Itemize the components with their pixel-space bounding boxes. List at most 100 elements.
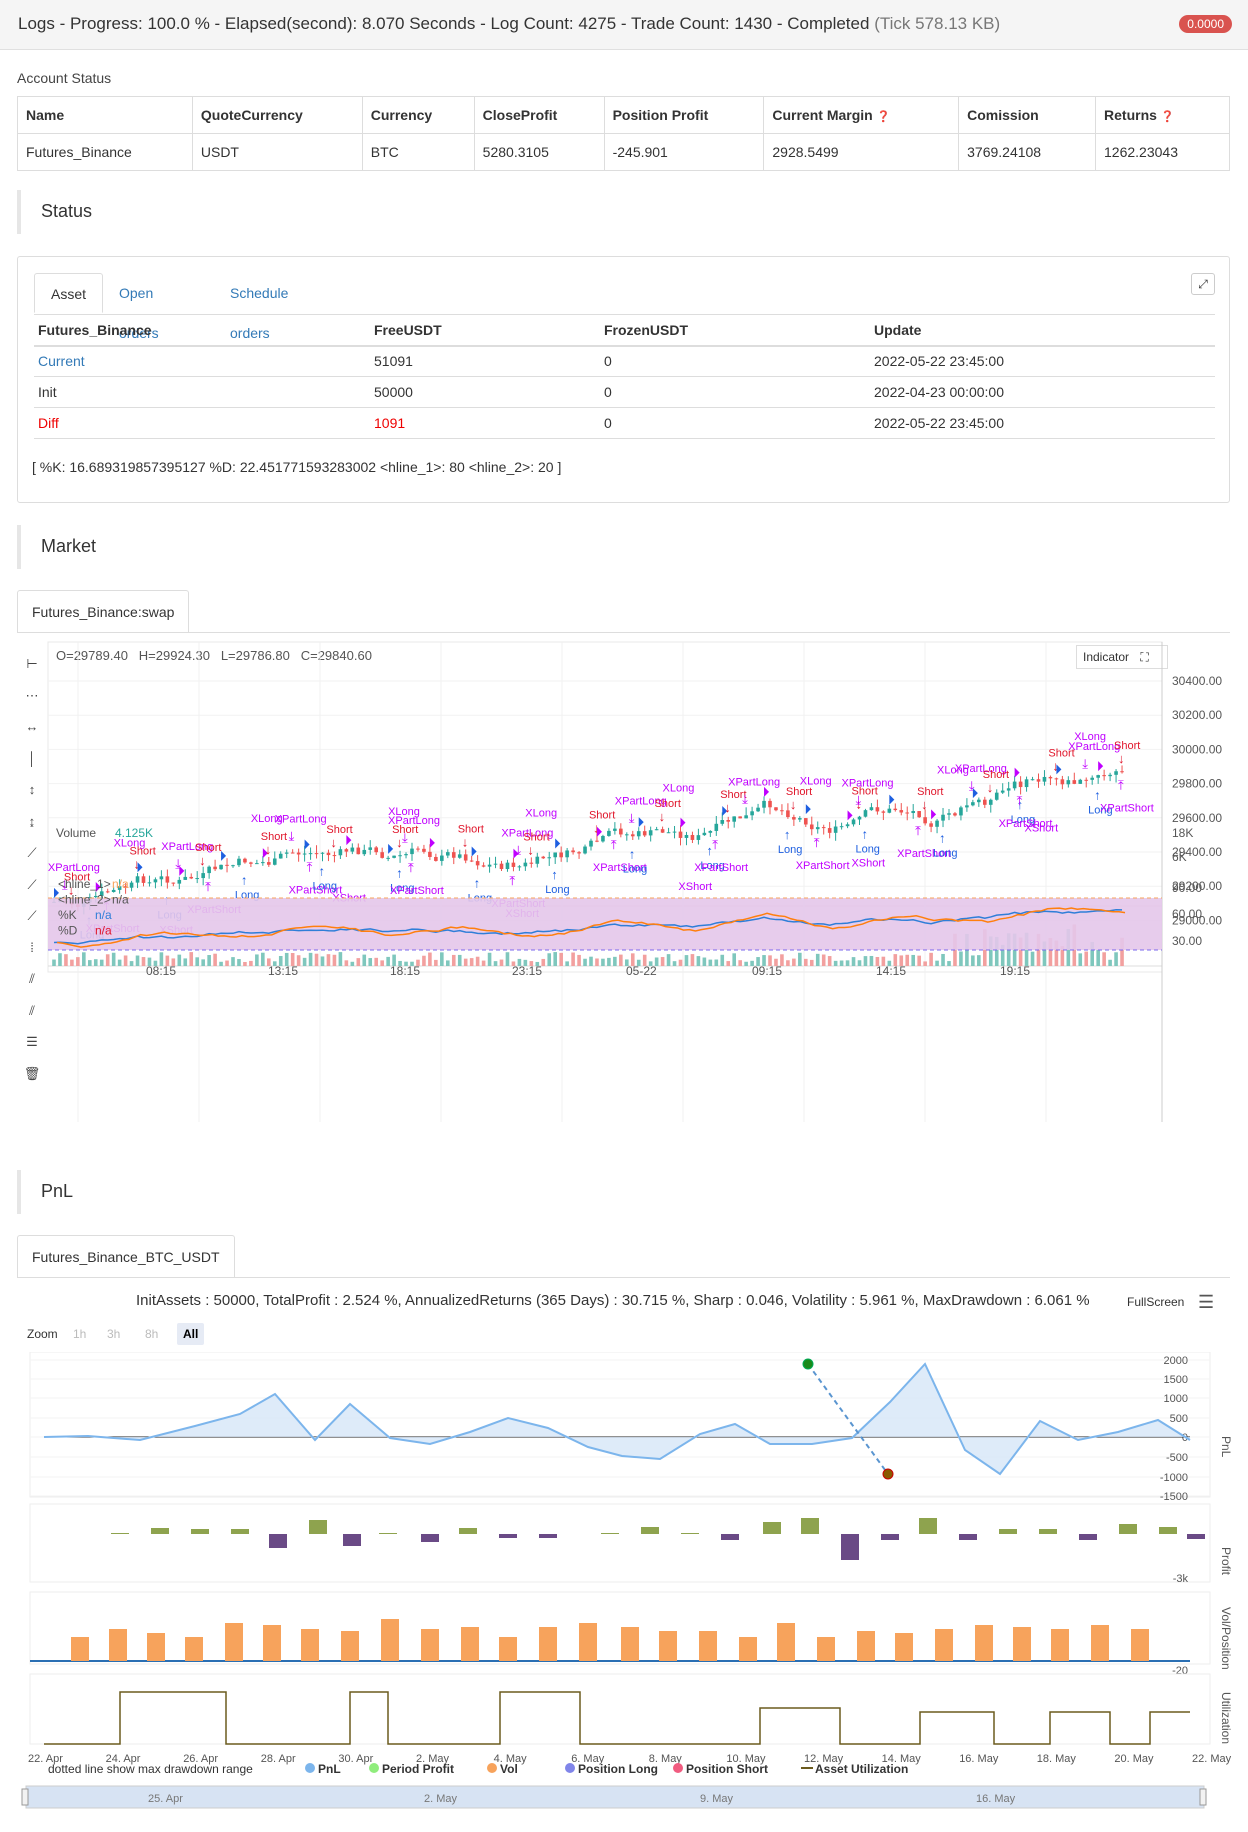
- volume-bar: [207, 955, 211, 966]
- help-icon[interactable]: ❓: [1161, 111, 1175, 123]
- volume-bar: [786, 960, 790, 966]
- col-header: Update: [870, 314, 1215, 347]
- menu-icon[interactable]: ☰: [1198, 1292, 1214, 1313]
- volume-bar: [428, 952, 432, 966]
- arrow-down-icon: ↓: [527, 843, 534, 858]
- volume-bar: [117, 959, 122, 966]
- vol-bar: [1013, 1627, 1031, 1661]
- profit-bar: [841, 1534, 859, 1560]
- market-chart[interactable]: 30400.00 30200.00 30000.00 29800.00 29600.00…: [0, 632, 1248, 1132]
- arrow-down-icon: ↓: [659, 809, 666, 824]
- pnl-chart[interactable]: 2000150010005000-500-1000-1500PnLProfit-…: [0, 1352, 1248, 1832]
- candle: [517, 866, 522, 868]
- candle: [296, 852, 301, 855]
- volume-bar: [666, 954, 671, 966]
- candle: [660, 829, 665, 833]
- candle: [690, 834, 695, 840]
- candle: [821, 827, 826, 829]
- candle: [267, 862, 271, 865]
- signal-long-label: Long: [933, 848, 957, 860]
- arrow-down-icon: ↓: [1118, 751, 1125, 766]
- candle: [684, 834, 689, 838]
- navigator-tick-label: 2. May: [424, 1793, 458, 1805]
- triangle-marker: [847, 810, 853, 821]
- volume-bar: [1102, 952, 1106, 966]
- price-tick-label: 30000.00: [1172, 742, 1222, 756]
- signal-xpartshort-label: XPartShort: [694, 862, 748, 874]
- candle: [451, 852, 456, 858]
- volume-bar: [380, 960, 384, 966]
- asset-table: Futures_Binance FreeUSDT FrozenUSDT Upda…: [34, 314, 1215, 439]
- candle: [1114, 771, 1118, 775]
- oscillator-legend-name: %K: [58, 908, 77, 922]
- candle: [332, 855, 337, 857]
- profit-bar: [421, 1534, 439, 1542]
- volume-bar: [338, 952, 343, 966]
- candle: [953, 813, 957, 816]
- candle: [141, 876, 146, 883]
- expand-icon[interactable]: ⤢: [1191, 273, 1215, 295]
- zoom-1h-button[interactable]: 1h: [67, 1323, 92, 1345]
- triangle-marker: [429, 837, 435, 848]
- partial-exit-icon: ⤒: [814, 835, 820, 850]
- volume-bar: [827, 956, 832, 966]
- candle: [272, 858, 277, 865]
- candle: [195, 878, 199, 880]
- arrow-down-icon: ↓: [199, 853, 206, 868]
- cell: 3769.24108: [958, 133, 1097, 171]
- volume-bar: [929, 952, 933, 966]
- volume-bar: [356, 958, 361, 966]
- tab-pnl-symbol[interactable]: Futures_Binance_BTC_USDT: [17, 1235, 235, 1277]
- fullscreen-button[interactable]: FullScreen: [1127, 1295, 1184, 1309]
- date-tick-label: 28. Apr: [261, 1753, 296, 1765]
- arrow-down-icon: ↓: [724, 800, 731, 815]
- help-icon[interactable]: ❓: [877, 111, 891, 123]
- volume-bar: [1108, 959, 1112, 966]
- time-tick-label: 13:15: [268, 964, 298, 978]
- volume-bar: [1096, 949, 1100, 966]
- candle: [994, 792, 999, 800]
- candle: [434, 856, 438, 861]
- zoom-label: Zoom: [27, 1327, 58, 1341]
- zoom-8h-button[interactable]: 8h: [139, 1323, 164, 1345]
- volume-bar: [219, 961, 223, 966]
- tab-asset[interactable]: Asset: [34, 273, 104, 313]
- candle: [630, 834, 635, 837]
- signal-long-label: Long: [545, 884, 569, 896]
- candle: [833, 826, 838, 833]
- candle: [851, 819, 856, 825]
- profit-bar: [1039, 1529, 1057, 1534]
- candle: [362, 849, 367, 855]
- volume-bar: [135, 955, 140, 966]
- candle: [887, 808, 892, 813]
- date-tick-label: 18. May: [1037, 1753, 1077, 1765]
- volume-bar: [577, 954, 581, 966]
- profit-bar: [459, 1528, 477, 1534]
- volume-bar: [1084, 951, 1089, 966]
- candle: [1096, 775, 1100, 778]
- vol-bar: [499, 1637, 517, 1661]
- zoom-3h-button[interactable]: 3h: [101, 1323, 126, 1345]
- tab-schedule-orders[interactable]: Schedule orders: [214, 273, 304, 341]
- candle: [983, 799, 987, 805]
- candle: [666, 832, 671, 834]
- row-current-link[interactable]: Current: [34, 345, 370, 377]
- col-header: FrozenUSDT: [600, 314, 870, 347]
- candle: [988, 799, 993, 805]
- candle: [344, 849, 349, 852]
- pnl-tick-label: 1000: [1164, 1393, 1188, 1405]
- triangle-marker: [346, 835, 352, 846]
- volume-bar: [672, 961, 677, 966]
- tab-open-orders[interactable]: Open orders: [103, 273, 175, 341]
- zoom-all-button[interactable]: All: [177, 1323, 205, 1345]
- triangle-marker: [555, 838, 561, 849]
- candle: [911, 811, 915, 814]
- candle: [475, 861, 480, 866]
- date-tick-label: 20. May: [1114, 1753, 1154, 1765]
- partial-exit-icon: ⤒: [408, 860, 414, 875]
- signal-xlong-label: XLong: [800, 775, 832, 787]
- volume-bar: [804, 958, 808, 966]
- partial-exit-icon: ⤒: [205, 879, 211, 894]
- tab-market-swap[interactable]: Futures_Binance:swap: [17, 590, 190, 632]
- profit-bar: [539, 1534, 557, 1538]
